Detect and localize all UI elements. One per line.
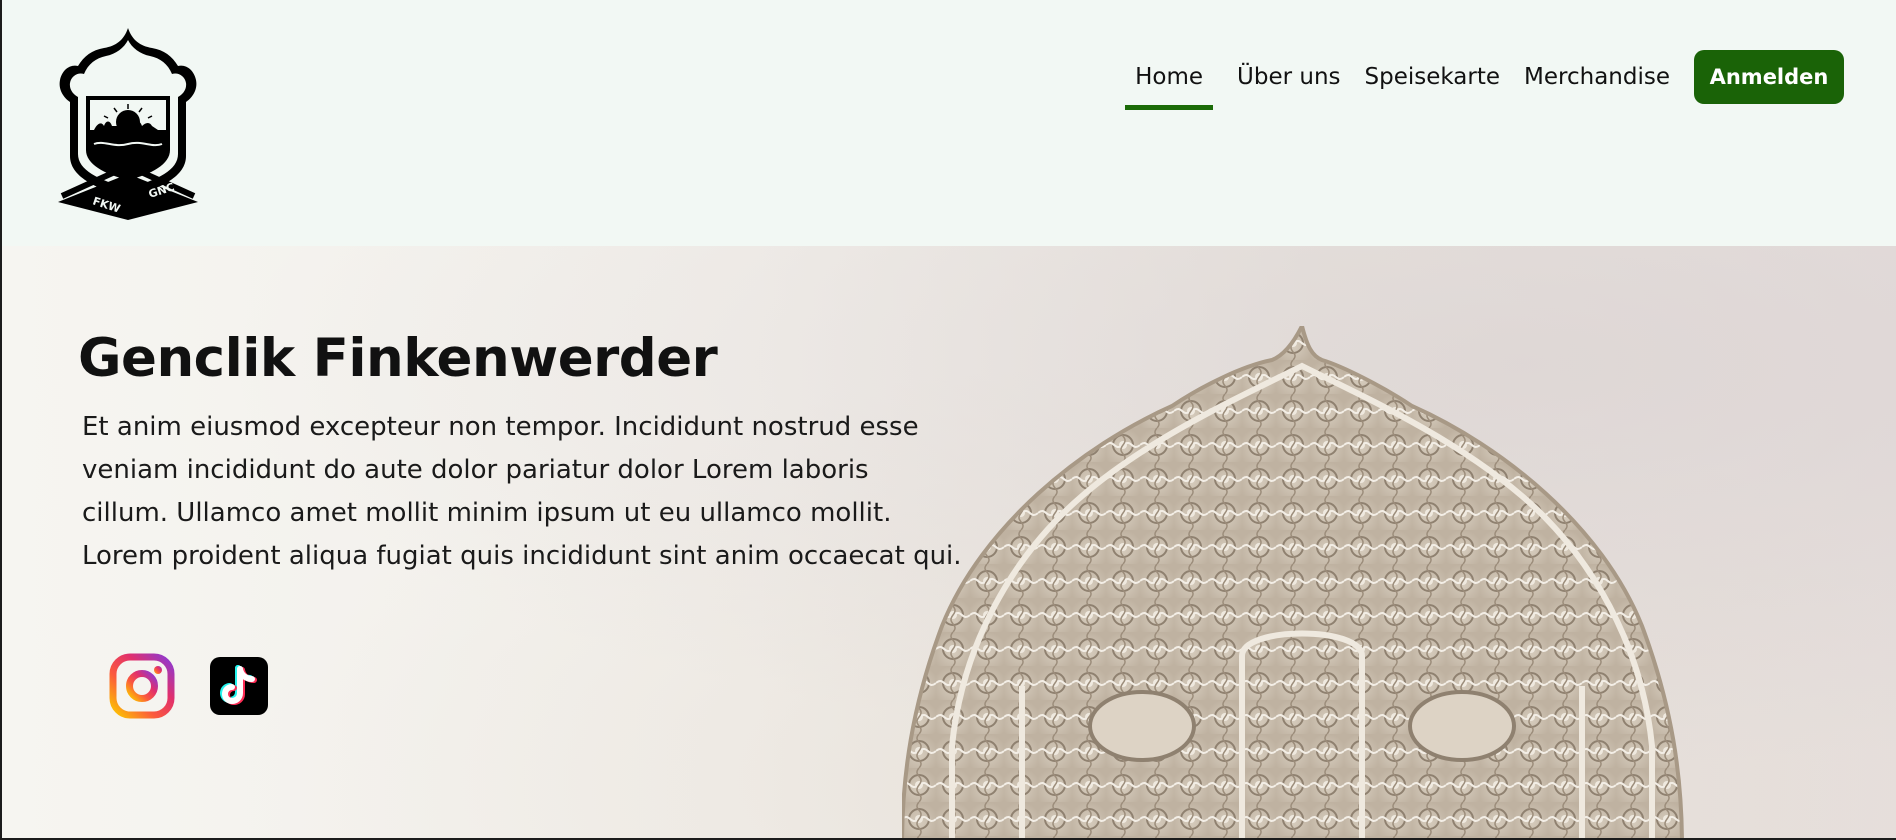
ornament-image [902,326,1684,838]
instagram-icon [109,653,175,719]
nav-item-home[interactable]: Home [1125,50,1213,110]
nav-item-merchandise[interactable]: Merchandise [1512,50,1682,104]
logo[interactable]: FKW GNC [54,26,202,220]
social-links [108,652,268,720]
site-header: FKW GNC Home Über uns Speisekarte Mercha… [2,0,1896,246]
page: FKW GNC Home Über uns Speisekarte Mercha… [2,0,1896,838]
hero-title: Genclik Finkenwerder [78,328,718,389]
hero-section: Genclik Finkenwerder Et anim eiusmod exc… [2,246,1896,838]
hero-description: Et anim eiusmod excepteur non tempor. In… [82,412,962,571]
tiktok-link[interactable] [210,657,268,715]
login-button[interactable]: Anmelden [1694,50,1844,104]
main-nav: Home Über uns Speisekarte Merchandise An… [1125,50,1844,110]
tiktok-icon [210,657,268,715]
nav-item-speisekarte[interactable]: Speisekarte [1353,50,1513,104]
instagram-link[interactable] [108,652,176,720]
nav-item-ueber-uns[interactable]: Über uns [1225,50,1353,104]
